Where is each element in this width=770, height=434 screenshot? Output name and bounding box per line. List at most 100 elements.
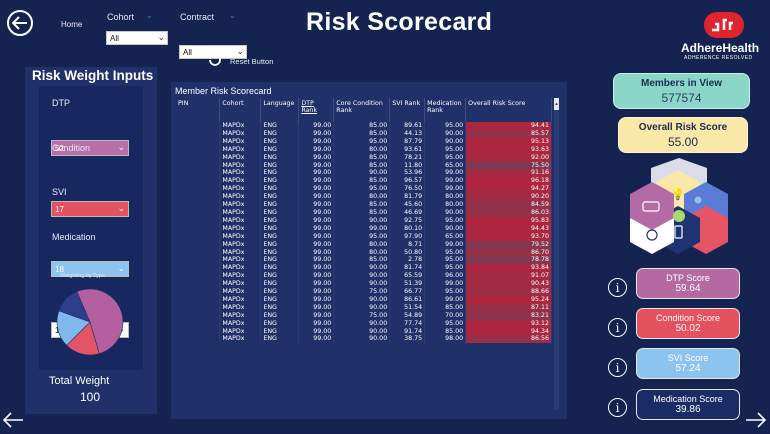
cohort-label: Cohort (107, 12, 135, 22)
table-cell-cohort: MAPDx (219, 193, 262, 202)
chevron-down-icon: ⌄ (157, 32, 165, 42)
table-cell-dtp-rank: 99.00 (298, 295, 335, 304)
home-label[interactable]: Home (61, 20, 82, 29)
svi-info-icon[interactable]: i (608, 358, 627, 377)
table-cell-medication-rank: 95.00 (424, 319, 467, 328)
table-cell-svi-rank: 78.21 (389, 153, 426, 162)
table-cell-overall-risk-score: 94.43 (465, 224, 552, 233)
reset-button[interactable]: Reset Button (230, 57, 273, 66)
table-row[interactable]: MAPDx ENG 99.00 95.00 97.90 65.00 93.70 (176, 232, 552, 241)
arrow-left-icon[interactable] (2, 412, 24, 433)
table-row[interactable]: MAPDx ENG 99.00 90.00 81.74 95.00 93.84 (176, 264, 552, 273)
table-row[interactable]: MAPDx ENG 99.00 90.00 92.75 95.00 95.83 (176, 216, 552, 225)
table-cell-cohort: MAPDx (219, 145, 262, 154)
column-header-language[interactable]: Language (260, 98, 300, 122)
column-header-cohort[interactable]: Cohort (219, 98, 262, 122)
table-cell-dtp-rank: 99.00 (298, 232, 335, 241)
overall-risk-value: 55.00 (667, 135, 699, 149)
table-row[interactable]: MAPDx ENG 99.00 90.00 65.59 96.00 91.07 (176, 272, 552, 281)
table-cell-dtp-rank: 99.00 (298, 216, 335, 225)
weighting-pie-chart (56, 288, 124, 356)
table-row[interactable]: MAPDx ENG 99.00 90.00 53.96 99.00 91.16 (176, 169, 552, 178)
table-cell-cohort: MAPDx (219, 264, 262, 273)
table-row[interactable]: MAPDx ENG 99.00 90.00 86.61 99.00 95.24 (176, 295, 552, 304)
condition-weight-dropdown[interactable]: 17 ⌄ (51, 201, 129, 217)
table-cell-core-condition-rank: 85.00 (333, 122, 391, 130)
table-row[interactable]: MAPDx ENG 99.00 85.00 46.69 90.00 86.03 (176, 208, 552, 217)
home-back-icon[interactable] (7, 10, 33, 36)
table-cell-core-condition-rank: 75.00 (333, 311, 391, 320)
reset-icon[interactable] (206, 50, 222, 71)
table-cell-language: ENG (260, 161, 300, 170)
table-cell-core-condition-rank: 90.00 (333, 272, 391, 281)
column-header-overall-risk-score[interactable]: Overall Risk Score (465, 98, 552, 122)
table-row[interactable]: MAPDx ENG 99.00 85.00 78.21 95.00 92.00 (176, 153, 552, 162)
table-cell-cohort: MAPDx (219, 240, 262, 249)
dtp-info-icon[interactable]: i (608, 278, 627, 297)
table-cell-svi-rank: 86.61 (389, 295, 426, 304)
column-header-pin[interactable]: PIN (176, 98, 221, 122)
table-cell-overall-risk-score: 95.24 (465, 295, 552, 304)
table-row[interactable]: MAPDx ENG 99.00 90.00 91.74 85.00 94.34 (176, 327, 552, 336)
table-cell-cohort: MAPDx (219, 224, 262, 233)
table-cell-cohort: MAPDx (219, 201, 262, 209)
scrollbar-up-icon[interactable]: ▴ (554, 98, 559, 110)
table-cell-pin (176, 161, 221, 170)
table-cell-core-condition-rank: 90.00 (333, 264, 391, 273)
table-cell-pin (176, 311, 221, 320)
table-row[interactable]: MAPDx ENG 99.00 90.00 77.74 95.00 93.12 (176, 319, 552, 328)
table-row[interactable]: MAPDx ENG 99.00 75.00 54.89 70.00 83.21 (176, 311, 552, 320)
table-cell-core-condition-rank: 80.00 (333, 240, 391, 249)
table-cell-pin (176, 193, 221, 202)
table-cell-svi-rank: 77.74 (389, 319, 426, 328)
table-row[interactable]: MAPDx ENG 99.00 95.00 76.50 99.00 94.27 (176, 185, 552, 194)
table-cell-overall-risk-score: 95.13 (465, 137, 552, 146)
condition-score-label: Condition Score (655, 313, 721, 323)
table-cell-core-condition-rank: 90.00 (333, 280, 391, 289)
medication-score-card: Medication Score 39.86 (636, 389, 740, 420)
table-cell-svi-rank: 97.90 (389, 232, 426, 241)
members-value: 577574 (661, 91, 702, 105)
members-in-view-card: Members in View 577574 (613, 73, 750, 109)
table-cell-medication-rank: 95.00 (424, 145, 467, 154)
dtp-score-label: DTP Score (666, 273, 710, 283)
column-header-dtp-rank[interactable]: DTP Rank (298, 98, 335, 122)
column-header-medication-rank[interactable]: Medication Rank (424, 98, 467, 122)
table-row[interactable]: MAPDx ENG 99.00 95.00 87.79 90.00 95.13 (176, 137, 552, 146)
table-cell-pin (176, 232, 221, 241)
table-cell-dtp-rank: 99.00 (298, 264, 335, 273)
adherehealth-logo-icon (702, 10, 746, 40)
table-row[interactable]: MAPDx ENG 99.00 75.00 66.77 95.00 88.66 (176, 288, 552, 296)
table-row[interactable]: MAPDx ENG 99.00 90.00 38.75 98.00 86.56 (176, 335, 552, 344)
column-header-core-condition-rank[interactable]: Core Condition Rank (333, 98, 391, 122)
table-row[interactable]: MAPDx ENG 99.00 85.00 11.80 65.00 75.50 (176, 161, 552, 170)
table-row[interactable]: MAPDx ENG 99.00 80.00 93.61 95.00 93.63 (176, 145, 552, 154)
table-row[interactable]: MAPDx ENG 99.00 80.00 8.71 99.00 79.52 (176, 240, 552, 249)
table-cell-pin (176, 208, 221, 217)
table-row[interactable]: MAPDx ENG 99.00 85.00 2.78 95.00 78.78 (176, 256, 552, 265)
column-header-svi-rank[interactable]: SVI Rank (389, 98, 426, 122)
cohort-dropdown[interactable]: All ⌄ (106, 31, 168, 45)
table-cell-cohort: MAPDx (219, 208, 262, 217)
table-cell-medication-rank: 95.00 (424, 288, 467, 296)
table-cell-dtp-rank: 99.00 (298, 224, 335, 233)
table-row[interactable]: MAPDx ENG 99.00 90.00 51.39 99.00 90.43 (176, 280, 552, 289)
table-row[interactable]: MAPDx ENG 99.00 85.00 89.61 95.00 94.41 (176, 122, 552, 130)
arrow-right-icon[interactable] (745, 412, 767, 433)
table-row[interactable]: MAPDx ENG 99.00 80.00 81.79 80.00 90.20 (176, 193, 552, 202)
table-cell-language: ENG (260, 145, 300, 154)
condition-info-icon[interactable]: i (608, 318, 627, 337)
contract-chevron-icon: ⌄ (229, 11, 236, 20)
table-row[interactable]: MAPDx ENG 99.00 85.00 44.13 90.00 85.57 (176, 129, 552, 138)
table-row[interactable]: MAPDx ENG 99.00 80.00 50.80 95.00 86.70 (176, 248, 552, 257)
table-cell-cohort: MAPDx (219, 295, 262, 304)
medication-info-icon[interactable]: i (608, 398, 627, 417)
table-cell-overall-risk-score: 79.52 (465, 240, 552, 249)
table-row[interactable]: MAPDx ENG 99.00 85.00 45.60 80.00 84.59 (176, 201, 552, 209)
table-row[interactable]: MAPDx ENG 99.00 90.00 51.54 85.00 87.11 (176, 303, 552, 312)
table-row[interactable]: MAPDx ENG 99.00 85.00 96.57 99.00 96.18 (176, 177, 552, 186)
table-row[interactable]: MAPDx ENG 99.00 99.00 80.10 90.00 94.43 (176, 224, 552, 233)
table-scrollbar[interactable]: ▴ (554, 98, 559, 410)
table-cell-medication-rank: 65.00 (424, 232, 467, 241)
chevron-down-icon: ⌄ (117, 263, 125, 273)
